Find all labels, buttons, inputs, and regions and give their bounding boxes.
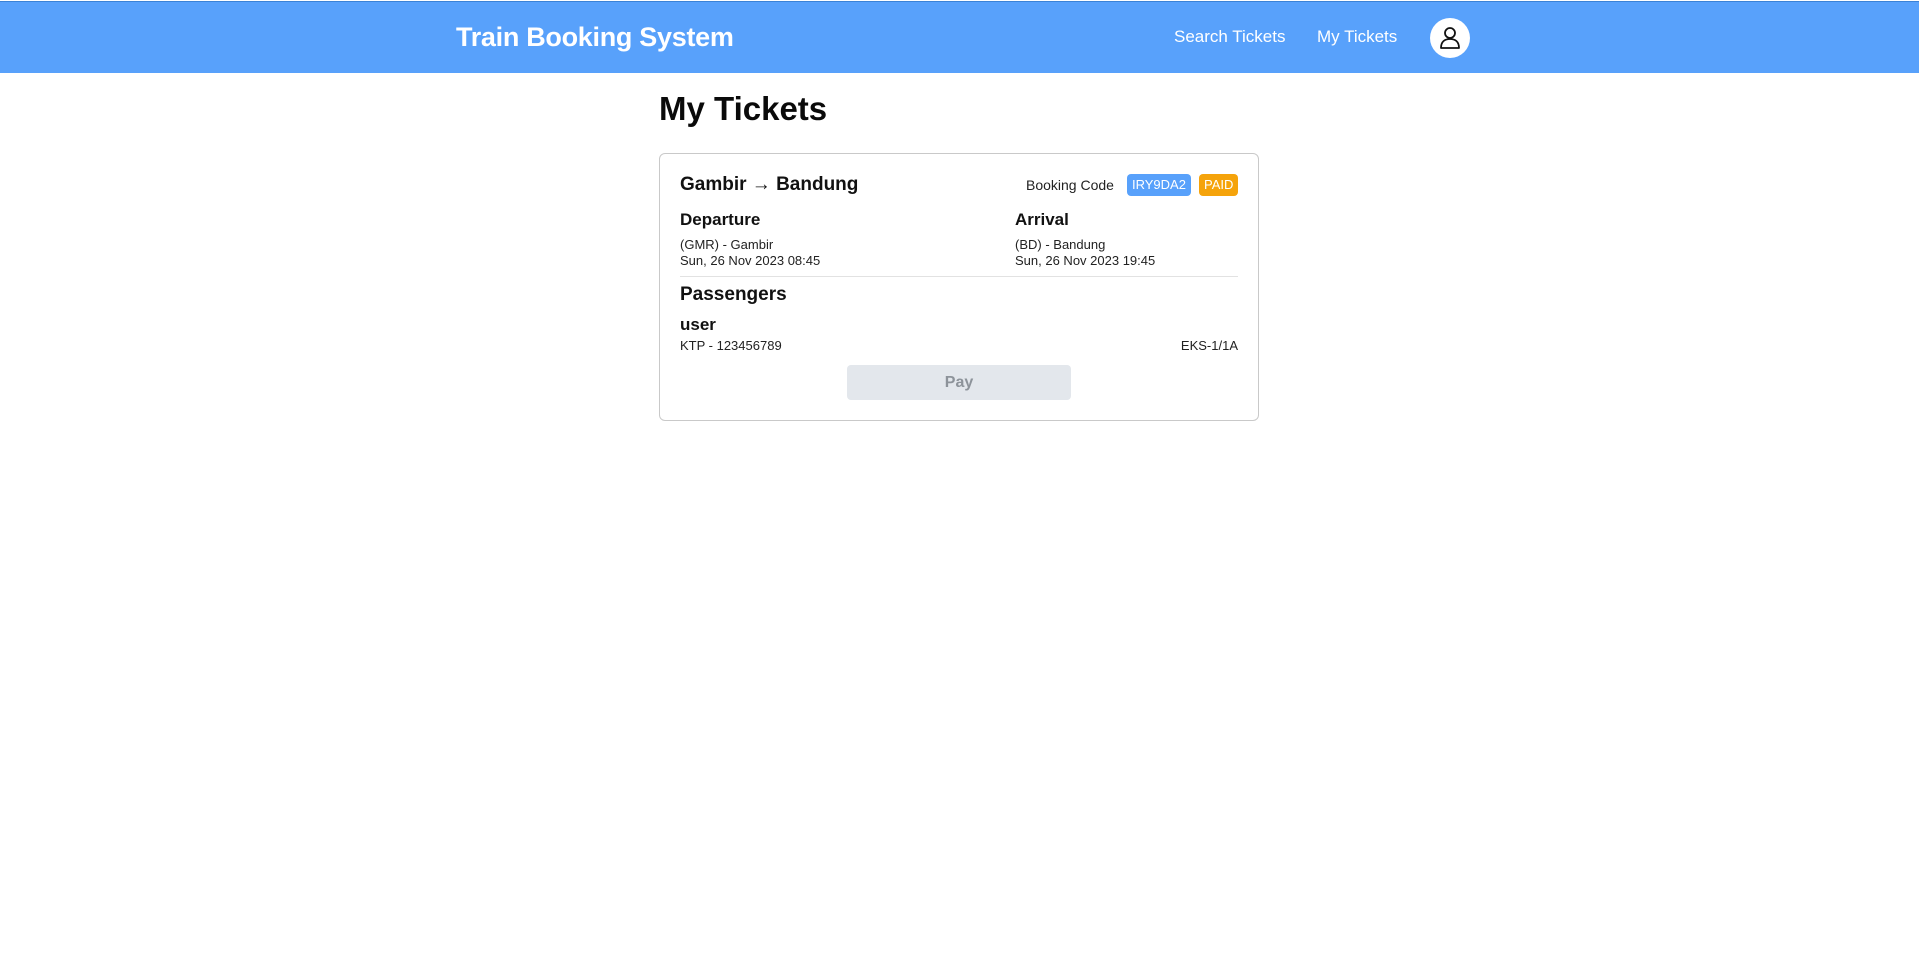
passenger-seat: EKS-1/1A [1180,338,1238,353]
arrival-time: Sun, 26 Nov 2023 19:45 [1015,253,1156,268]
passenger-id: KTP - 123456789 [680,338,782,353]
departure-heading: Departure [680,210,761,229]
departure-station: (GMR) - Gambir [680,237,774,252]
ticket-card: Gambir → Bandung Booking Code IRY9DA2 PA… [659,153,1259,421]
profile-avatar-button[interactable] [1430,18,1470,58]
status-badge: PAID [1199,174,1239,196]
nav-my-tickets[interactable]: My Tickets [1317,27,1397,47]
pay-button[interactable]: Pay [847,365,1071,400]
top-navbar: Train Booking System Search Tickets My T… [0,1,1919,73]
page-title: My Tickets [659,90,828,127]
divider [680,276,1238,277]
booking-code-badge: IRY9DA2 [1127,174,1191,196]
arrival-heading: Arrival [1015,210,1069,229]
departure-time: Sun, 26 Nov 2023 08:45 [680,253,821,268]
user-icon [1440,27,1460,49]
arrival-station: (BD) - Bandung [1015,237,1106,252]
booking-code-label: Booking Code [1026,177,1114,193]
passenger-name: user [680,315,716,334]
nav-search-tickets[interactable]: Search Tickets [1174,27,1286,47]
brand-title[interactable]: Train Booking System [456,22,734,53]
ticket-route: Gambir → Bandung [680,174,859,195]
passengers-heading: Passengers [680,284,787,305]
